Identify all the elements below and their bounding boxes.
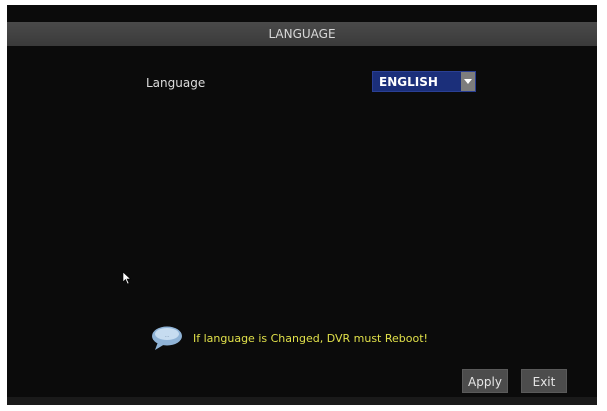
speech-bubble-icon: ... (152, 326, 182, 350)
cursor-icon (122, 271, 132, 285)
page-title: LANGUAGE (7, 22, 597, 46)
apply-button[interactable]: Apply (462, 369, 508, 393)
notice-text: If language is Changed, DVR must Reboot! (193, 332, 428, 345)
bottom-bar (7, 397, 597, 405)
exit-button[interactable]: Exit (521, 369, 567, 393)
language-select-value: ENGLISH (379, 75, 438, 89)
svg-text:...: ... (165, 333, 169, 338)
chevron-down-icon[interactable] (461, 72, 475, 91)
language-label: Language (146, 76, 206, 90)
dvr-language-screen: LANGUAGE Language ENGLISH ... If languag… (7, 5, 597, 405)
language-select[interactable]: ENGLISH (372, 71, 476, 92)
